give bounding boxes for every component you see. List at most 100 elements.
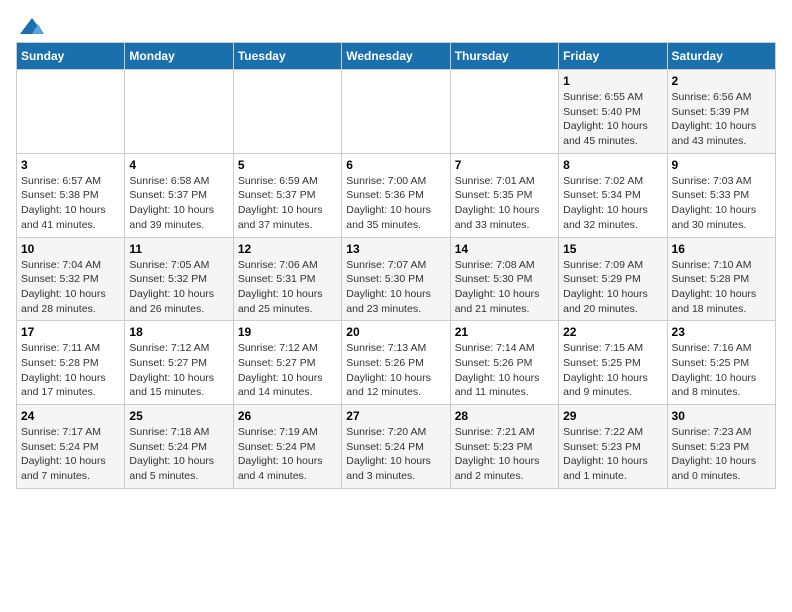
calendar-cell: 28 Sunrise: 7:21 AM Sunset: 5:23 PM Dayli… [450,405,558,489]
day-number: 30 [672,409,771,423]
day-number: 14 [455,242,554,256]
day-info: Sunrise: 7:05 AM Sunset: 5:32 PM Dayligh… [129,258,228,317]
weekday-header: Saturday [667,43,775,70]
day-number: 11 [129,242,228,256]
calendar-cell: 1 Sunrise: 6:55 AM Sunset: 5:40 PM Daylig… [559,70,667,154]
calendar-cell [233,70,341,154]
day-number: 24 [21,409,120,423]
calendar-cell: 5 Sunrise: 6:59 AM Sunset: 5:37 PM Daylig… [233,153,341,237]
day-number: 17 [21,325,120,339]
calendar-cell: 11 Sunrise: 7:05 AM Sunset: 5:32 PM Dayli… [125,237,233,321]
calendar-cell: 30Sunrise: 7:23 AM Sunset: 5:23 PM Dayli… [667,405,775,489]
page-header [16,16,776,34]
day-number: 12 [238,242,337,256]
day-info: Sunrise: 7:19 AM Sunset: 5:24 PM Dayligh… [238,425,337,484]
calendar-cell: 4 Sunrise: 6:58 AM Sunset: 5:37 PM Daylig… [125,153,233,237]
calendar-cell: 3Sunrise: 6:57 AM Sunset: 5:38 PM Daylig… [17,153,125,237]
calendar-cell [17,70,125,154]
calendar-cell: 16 Sunrise: 7:10 AM Sunset: 5:28 PM Dayli… [667,237,775,321]
day-number: 23 [672,325,771,339]
day-info: Sunrise: 7:14 AM Sunset: 5:26 PM Dayligh… [455,341,554,400]
calendar-cell: 13 Sunrise: 7:07 AM Sunset: 5:30 PM Dayli… [342,237,450,321]
calendar-cell: 15 Sunrise: 7:09 AM Sunset: 5:29 PM Dayli… [559,237,667,321]
day-number: 1 [563,74,662,88]
day-info: Sunrise: 7:15 AM Sunset: 5:25 PM Dayligh… [563,341,662,400]
day-number: 18 [129,325,228,339]
logo-icon [18,16,46,38]
day-info: Sunrise: 7:03 AM Sunset: 5:33 PM Dayligh… [672,174,771,233]
day-info: Sunrise: 7:21 AM Sunset: 5:23 PM Dayligh… [455,425,554,484]
calendar-week-row: 10Sunrise: 7:04 AM Sunset: 5:32 PM Dayli… [17,237,776,321]
calendar-cell: 17 Sunrise: 7:11 AM Sunset: 5:28 PM Dayli… [17,321,125,405]
calendar-cell: 7 Sunrise: 7:01 AM Sunset: 5:35 PM Daylig… [450,153,558,237]
day-number: 2 [672,74,771,88]
calendar-cell: 25Sunrise: 7:18 AM Sunset: 5:24 PM Dayli… [125,405,233,489]
day-info: Sunrise: 7:08 AM Sunset: 5:30 PM Dayligh… [455,258,554,317]
calendar-cell: 26Sunrise: 7:19 AM Sunset: 5:24 PM Dayli… [233,405,341,489]
calendar-cell: 10Sunrise: 7:04 AM Sunset: 5:32 PM Dayli… [17,237,125,321]
day-info: Sunrise: 7:20 AM Sunset: 5:24 PM Dayligh… [346,425,445,484]
weekday-header: Monday [125,43,233,70]
day-number: 20 [346,325,445,339]
day-info: Sunrise: 7:02 AM Sunset: 5:34 PM Dayligh… [563,174,662,233]
calendar-cell: 2 Sunrise: 6:56 AM Sunset: 5:39 PM Daylig… [667,70,775,154]
weekday-header: Friday [559,43,667,70]
calendar-cell: 24 Sunrise: 7:17 AM Sunset: 5:24 PM Dayli… [17,405,125,489]
day-info: Sunrise: 6:55 AM Sunset: 5:40 PM Dayligh… [563,90,662,149]
calendar-cell: 19 Sunrise: 7:12 AM Sunset: 5:27 PM Dayli… [233,321,341,405]
day-info: Sunrise: 7:07 AM Sunset: 5:30 PM Dayligh… [346,258,445,317]
day-number: 22 [563,325,662,339]
weekday-header: Tuesday [233,43,341,70]
day-number: 15 [563,242,662,256]
day-number: 28 [455,409,554,423]
calendar-cell: 12 Sunrise: 7:06 AM Sunset: 5:31 PM Dayli… [233,237,341,321]
day-number: 5 [238,158,337,172]
calendar-cell: 6 Sunrise: 7:00 AM Sunset: 5:36 PM Daylig… [342,153,450,237]
day-info: Sunrise: 7:00 AM Sunset: 5:36 PM Dayligh… [346,174,445,233]
day-number: 10 [21,242,120,256]
day-number: 29 [563,409,662,423]
day-number: 9 [672,158,771,172]
calendar-cell: 22 Sunrise: 7:15 AM Sunset: 5:25 PM Dayli… [559,321,667,405]
day-info: Sunrise: 7:13 AM Sunset: 5:26 PM Dayligh… [346,341,445,400]
weekday-header: Thursday [450,43,558,70]
weekday-header: Wednesday [342,43,450,70]
day-info: Sunrise: 6:59 AM Sunset: 5:37 PM Dayligh… [238,174,337,233]
day-info: Sunrise: 7:12 AM Sunset: 5:27 PM Dayligh… [238,341,337,400]
day-info: Sunrise: 7:17 AM Sunset: 5:24 PM Dayligh… [21,425,120,484]
calendar-week-row: 1 Sunrise: 6:55 AM Sunset: 5:40 PM Daylig… [17,70,776,154]
day-info: Sunrise: 6:58 AM Sunset: 5:37 PM Dayligh… [129,174,228,233]
day-number: 27 [346,409,445,423]
day-info: Sunrise: 7:11 AM Sunset: 5:28 PM Dayligh… [21,341,120,400]
day-info: Sunrise: 6:56 AM Sunset: 5:39 PM Dayligh… [672,90,771,149]
calendar-cell: 20 Sunrise: 7:13 AM Sunset: 5:26 PM Dayli… [342,321,450,405]
day-info: Sunrise: 6:57 AM Sunset: 5:38 PM Dayligh… [21,174,120,233]
weekday-header: Sunday [17,43,125,70]
day-number: 4 [129,158,228,172]
day-number: 8 [563,158,662,172]
calendar-cell: 14 Sunrise: 7:08 AM Sunset: 5:30 PM Dayli… [450,237,558,321]
day-number: 21 [455,325,554,339]
day-info: Sunrise: 7:10 AM Sunset: 5:28 PM Dayligh… [672,258,771,317]
calendar-cell: 21 Sunrise: 7:14 AM Sunset: 5:26 PM Dayli… [450,321,558,405]
calendar-week-row: 17 Sunrise: 7:11 AM Sunset: 5:28 PM Dayli… [17,321,776,405]
day-number: 19 [238,325,337,339]
calendar-cell: 29Sunrise: 7:22 AM Sunset: 5:23 PM Dayli… [559,405,667,489]
logo [16,16,46,34]
day-number: 7 [455,158,554,172]
day-number: 13 [346,242,445,256]
day-number: 6 [346,158,445,172]
calendar-cell [125,70,233,154]
day-info: Sunrise: 7:09 AM Sunset: 5:29 PM Dayligh… [563,258,662,317]
day-info: Sunrise: 7:16 AM Sunset: 5:25 PM Dayligh… [672,341,771,400]
calendar-week-row: 24 Sunrise: 7:17 AM Sunset: 5:24 PM Dayli… [17,405,776,489]
calendar-cell [342,70,450,154]
calendar-cell: 9 Sunrise: 7:03 AM Sunset: 5:33 PM Daylig… [667,153,775,237]
calendar-cell: 27 Sunrise: 7:20 AM Sunset: 5:24 PM Dayli… [342,405,450,489]
day-info: Sunrise: 7:06 AM Sunset: 5:31 PM Dayligh… [238,258,337,317]
day-number: 16 [672,242,771,256]
calendar-week-row: 3Sunrise: 6:57 AM Sunset: 5:38 PM Daylig… [17,153,776,237]
day-info: Sunrise: 7:12 AM Sunset: 5:27 PM Dayligh… [129,341,228,400]
day-info: Sunrise: 7:18 AM Sunset: 5:24 PM Dayligh… [129,425,228,484]
day-info: Sunrise: 7:01 AM Sunset: 5:35 PM Dayligh… [455,174,554,233]
